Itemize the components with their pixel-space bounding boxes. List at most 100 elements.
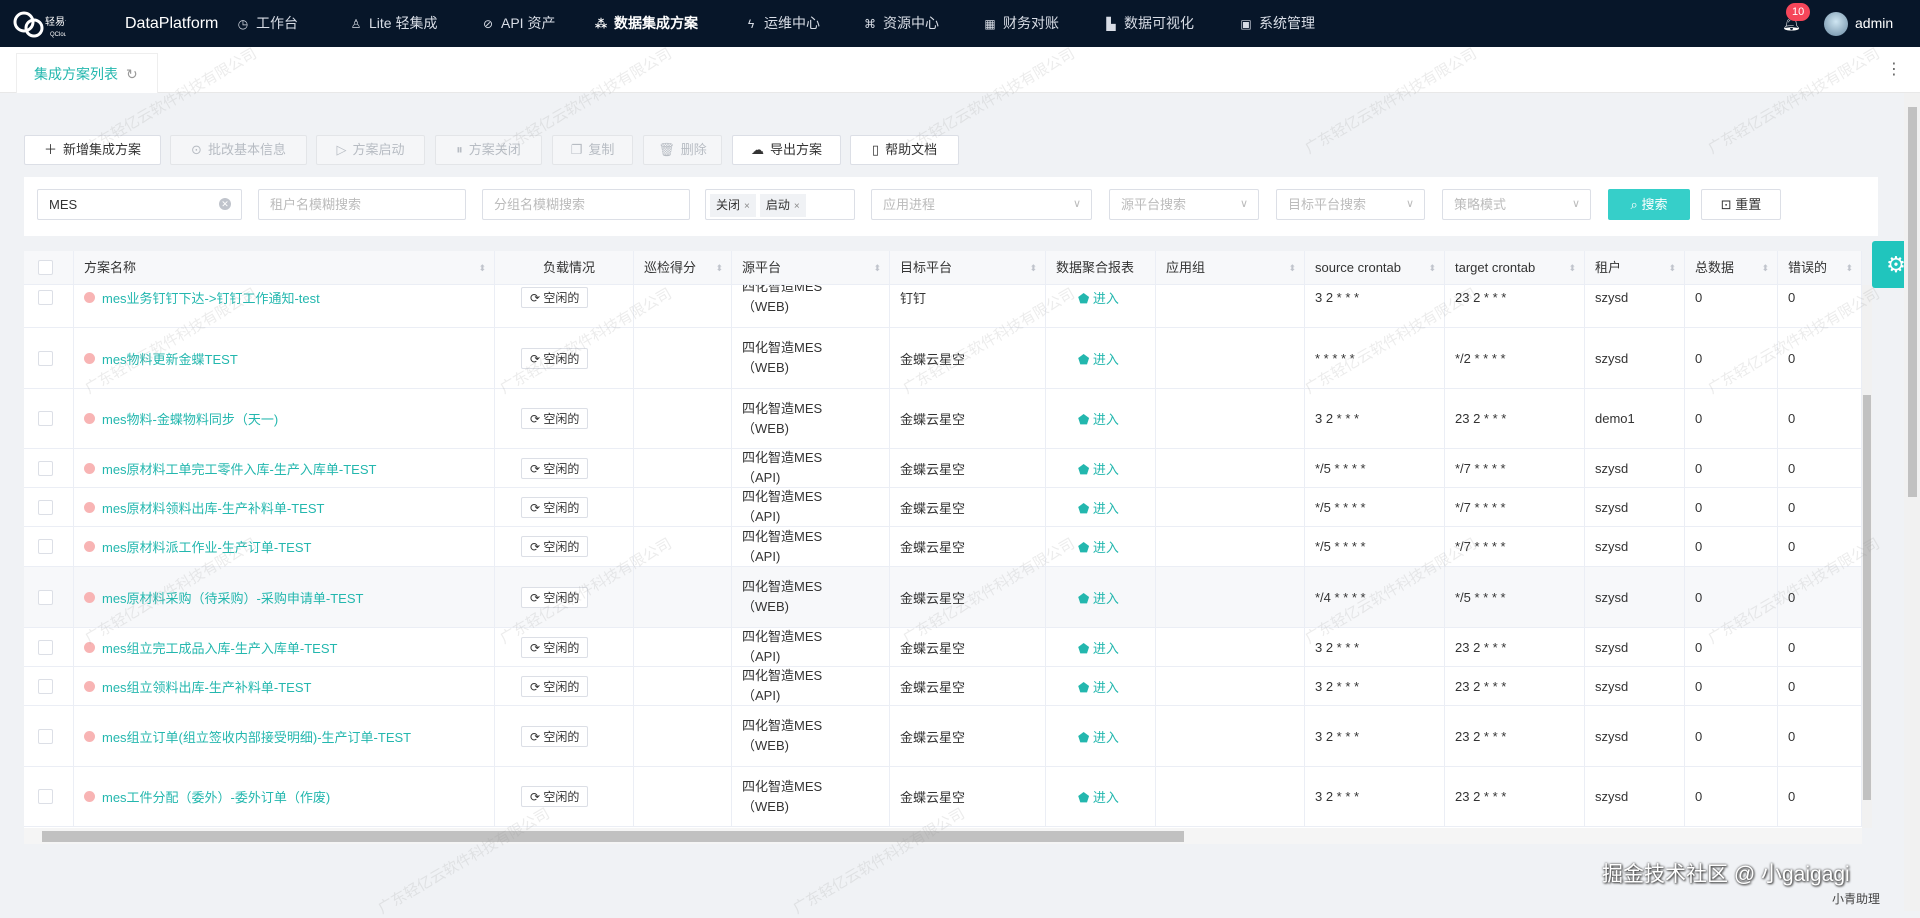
- row-checkbox[interactable]: [38, 411, 53, 426]
- load-status-button[interactable]: ⟳ 空闲的: [521, 347, 589, 369]
- nav-item[interactable]: ◷ 工作台: [236, 0, 298, 47]
- load-status-button[interactable]: ⟳ 空闲的: [521, 496, 589, 518]
- row-checkbox[interactable]: [38, 499, 53, 515]
- nav-item[interactable]: ⊘ API 资产: [481, 0, 556, 47]
- page-scrollbar[interactable]: [1904, 93, 1920, 911]
- status-select[interactable]: 关闭 × 启动 ×: [705, 189, 855, 220]
- user-name[interactable]: admin: [1855, 0, 1893, 47]
- tenant-search-input[interactable]: 租户名模糊搜索: [258, 189, 466, 220]
- column-header[interactable]: 负载情况: [495, 251, 634, 285]
- load-status-button[interactable]: ⟳ 空闲的: [521, 408, 589, 429]
- report-link[interactable]: ⬟ 进入: [1078, 727, 1119, 746]
- clear-icon[interactable]: ✕: [219, 198, 231, 210]
- table-horizontal-scrollbar[interactable]: [24, 828, 1862, 844]
- row-checkbox[interactable]: [38, 589, 53, 605]
- assistant-label[interactable]: 小青助理: [1832, 890, 1880, 907]
- load-status-button[interactable]: ⟳ 空闲的: [521, 586, 589, 608]
- load-status-button[interactable]: ⟳ 空闲的: [521, 786, 589, 807]
- sort-icon[interactable]: ⬍: [1845, 251, 1853, 285]
- plan-name-link[interactable]: mes物料更新金蝶TEST: [102, 349, 238, 368]
- report-link[interactable]: ⬟ 进入: [1078, 288, 1119, 307]
- load-status-button[interactable]: ⟳ 空闲的: [521, 675, 589, 697]
- plan-name-link[interactable]: mes组立领料出库-生产补料单-TEST: [102, 677, 311, 696]
- new-plan-button[interactable]: ＋ 新增集成方案: [24, 135, 161, 165]
- report-link[interactable]: ⬟ 进入: [1078, 638, 1119, 657]
- avatar[interactable]: [1824, 12, 1848, 36]
- row-checkbox[interactable]: [38, 539, 53, 554]
- sort-icon[interactable]: ⬍: [1568, 251, 1576, 285]
- tab-integration-list[interactable]: 集成方案列表 ↻: [16, 53, 158, 93]
- column-header[interactable]: 数据聚合报表: [1046, 251, 1156, 285]
- report-link[interactable]: ⬟ 进入: [1078, 409, 1119, 428]
- plan-name-link[interactable]: mes原材料工单完工零件入库-生产入库单-TEST: [102, 459, 376, 478]
- sort-icon[interactable]: ⬍: [715, 251, 723, 285]
- delete-button[interactable]: 🗑︎ 删除: [643, 135, 722, 165]
- tag-remove-icon[interactable]: ×: [794, 201, 800, 212]
- more-icon[interactable]: ⋮: [1886, 59, 1902, 79]
- plan-name-link[interactable]: mes原材料派工作业-生产订单-TEST: [102, 537, 311, 556]
- sort-icon[interactable]: ⬍: [1761, 251, 1769, 285]
- nav-item[interactable]: ▙ 数据可视化: [1104, 0, 1194, 47]
- qcloud-logo[interactable]: 轻易云 QCloud: [12, 8, 66, 40]
- sort-icon[interactable]: ⬍: [1288, 251, 1296, 285]
- report-link[interactable]: ⬟ 进入: [1078, 498, 1119, 517]
- row-checkbox[interactable]: [38, 350, 53, 366]
- copy-button[interactable]: ❐ 复制: [552, 135, 633, 165]
- close-plan-button[interactable]: ⏸︎ 方案关闭: [435, 135, 542, 165]
- sort-icon[interactable]: ⬍: [478, 251, 486, 285]
- row-checkbox[interactable]: [38, 789, 53, 804]
- plan-name-link[interactable]: mes组立完工成品入库-生产入库单-TEST: [102, 638, 337, 657]
- report-link[interactable]: ⬟ 进入: [1078, 588, 1119, 607]
- nav-item[interactable]: ♙ Lite 轻集成: [349, 0, 438, 47]
- load-status-button[interactable]: ⟳ 空闲的: [521, 286, 589, 308]
- help-docs-button[interactable]: ▯ 帮助文档: [850, 135, 959, 165]
- strategy-select[interactable]: 策略模式 ∨: [1442, 189, 1591, 220]
- target-platform-select[interactable]: 目标平台搜索 ∨: [1276, 189, 1425, 220]
- batch-edit-button[interactable]: ⊙ 批改基本信息: [170, 135, 307, 165]
- report-link[interactable]: ⬟ 进入: [1078, 677, 1119, 696]
- export-button[interactable]: ☁︎ 导出方案: [732, 135, 841, 165]
- tag-remove-icon[interactable]: ×: [744, 201, 750, 212]
- nav-item[interactable]: ⌘ 资源中心: [863, 0, 939, 47]
- report-link[interactable]: ⬟ 进入: [1078, 537, 1119, 556]
- load-status-button[interactable]: ⟳ 空闲的: [521, 536, 589, 557]
- process-select[interactable]: 应用进程 ∨: [871, 189, 1092, 220]
- source-platform-select[interactable]: 源平台搜索 ∨: [1109, 189, 1259, 220]
- load-status-button[interactable]: ⟳ 空闲的: [521, 457, 589, 479]
- column-header[interactable]: 源平台 ⬍: [732, 251, 890, 285]
- report-link[interactable]: ⬟ 进入: [1078, 787, 1119, 806]
- plan-name-link[interactable]: mes原材料领料出库-生产补料单-TEST: [102, 498, 324, 517]
- row-checkbox[interactable]: [38, 289, 53, 305]
- load-status-button[interactable]: ⟳ 空闲的: [521, 636, 589, 658]
- sort-icon[interactable]: ⬍: [1668, 251, 1676, 285]
- column-header[interactable]: 错误的 ⬍: [1778, 251, 1862, 285]
- column-header[interactable]: 目标平台 ⬍: [890, 251, 1046, 285]
- select-all-checkbox[interactable]: [24, 251, 74, 285]
- nav-item[interactable]: ϟ 运维中心: [744, 0, 820, 47]
- report-link[interactable]: ⬟ 进入: [1078, 459, 1119, 478]
- row-checkbox[interactable]: [38, 639, 53, 655]
- group-search-input[interactable]: 分组名模糊搜索: [482, 189, 690, 220]
- plan-name-link[interactable]: mes物料-金蝶物料同步（天一): [102, 409, 278, 428]
- column-header[interactable]: 总数据 ⬍: [1685, 251, 1778, 285]
- nav-item[interactable]: ⁂ 数据集成方案: [594, 0, 698, 47]
- column-header[interactable]: 租户 ⬍: [1585, 251, 1685, 285]
- column-header[interactable]: target crontab ⬍: [1445, 251, 1585, 285]
- plan-name-link[interactable]: mes业务钉钉下达->钉钉工作通知-test: [102, 288, 320, 307]
- sort-icon[interactable]: ⬍: [1428, 251, 1436, 285]
- keyword-input[interactable]: MES ✕: [37, 189, 242, 220]
- nav-item[interactable]: ▦ 财务对账: [983, 0, 1059, 47]
- nav-item[interactable]: ▣ 系统管理: [1239, 0, 1315, 47]
- column-header[interactable]: 方案名称 ⬍: [74, 251, 495, 285]
- column-header[interactable]: source crontab ⬍: [1305, 251, 1445, 285]
- table-vertical-scrollbar[interactable]: [1862, 285, 1872, 828]
- reset-button[interactable]: ⊡ 重置: [1701, 189, 1781, 220]
- load-status-button[interactable]: ⟳ 空闲的: [521, 725, 589, 747]
- report-link[interactable]: ⬟ 进入: [1078, 349, 1119, 368]
- search-button[interactable]: ⌕ 搜索: [1608, 189, 1690, 220]
- plan-name-link[interactable]: mes组立订单(组立签收内部接受明细)-生产订单-TEST: [102, 727, 411, 746]
- sort-icon[interactable]: ⬍: [873, 251, 881, 285]
- column-header[interactable]: 巡检得分 ⬍: [634, 251, 732, 285]
- plan-name-link[interactable]: mes原材料采购（待采购）-采购申请单-TEST: [102, 588, 363, 607]
- row-checkbox[interactable]: [38, 460, 53, 476]
